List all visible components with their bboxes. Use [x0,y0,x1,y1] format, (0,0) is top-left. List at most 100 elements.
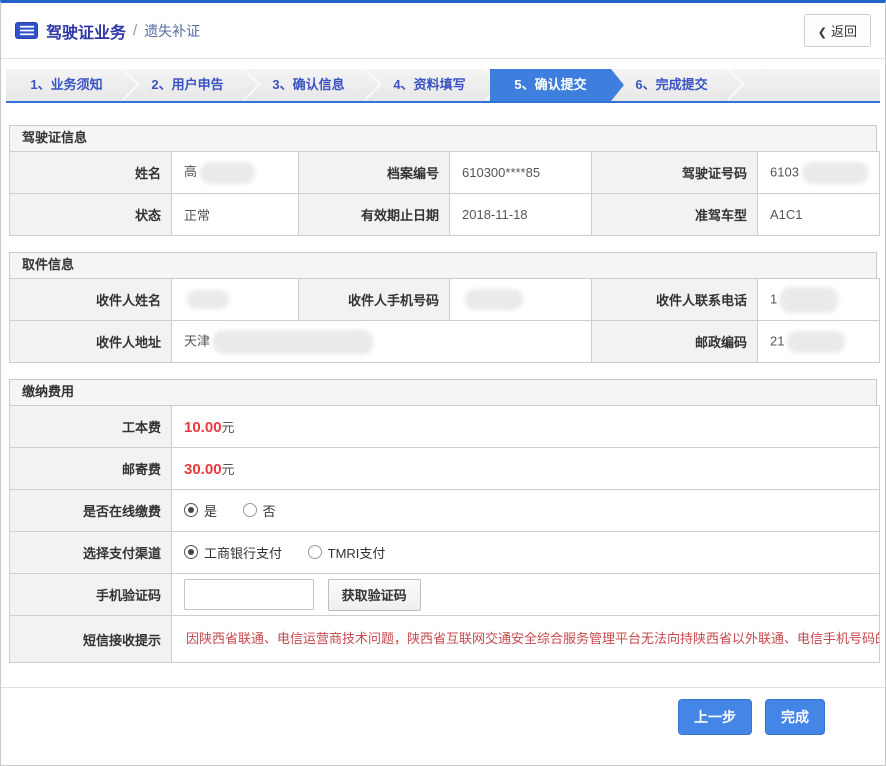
radio-channel-icbc[interactable]: 工商银行支付 [184,543,282,562]
field-value-sms-code: 获取验证码 [172,574,880,616]
radio-channel-tmri[interactable]: TMRI支付 [308,543,386,562]
field-value-vehicle-class: A1C1 [758,194,880,236]
license-info-section-title: 驾驶证信息 [9,125,877,151]
radio-selected-icon [184,503,198,517]
field-label-name: 姓名 [10,152,172,194]
fee-unit: 元 [222,420,235,435]
radio-label: 是 [204,501,217,520]
step-tab-4[interactable]: 4、资料填写 [369,69,490,101]
license-info-section: 驾驶证信息 姓名 高 档案编号 610300****85 驾驶证号码 6103 … [9,125,877,236]
license-info-table: 姓名 高 档案编号 610300****85 驾驶证号码 6103 状态 正常 … [9,151,880,236]
redacted-blob [787,331,845,353]
field-label-sms-code: 手机验证码 [10,574,172,616]
field-value-postal-code: 21 [758,321,880,363]
field-value-mail-fee: 30.00元 [172,448,880,490]
table-row: 短信接收提示 因陕西省联通、电信运营商技术问题，陕西省互联网交通安全综合服务管理… [10,616,880,663]
field-value-name: 高 [172,152,299,194]
field-value-work-fee: 10.00元 [172,406,880,448]
form-list-icon [15,22,38,39]
pickup-info-table: 收件人姓名 收件人手机号码 收件人联系电话 1 收件人地址 天津 邮政编码 21 [9,278,880,363]
table-row: 是否在线缴费 是 否 [10,490,880,532]
payment-section: 缴纳费用 工本费 10.00元 邮寄费 30.00元 是否在线缴费 是 否 选择… [9,379,877,663]
field-value-license-number: 6103 [758,152,880,194]
field-label-recipient-name: 收件人姓名 [10,279,172,321]
field-label-expiry-date: 有效期止日期 [299,194,450,236]
field-label-file-number: 档案编号 [299,152,450,194]
step-tab-5-active[interactable]: 5、确认提交 [490,69,624,101]
step-label: 6、完成提交 [635,77,707,92]
pickup-info-section-title: 取件信息 [9,252,877,278]
field-value-pay-channel: 工商银行支付 TMRI支付 [172,532,880,574]
radio-label: TMRI支付 [328,543,386,562]
step-tab-1[interactable]: 1、业务须知 [6,69,127,101]
field-label-status: 状态 [10,194,172,236]
sms-notice-text: 因陕西省联通、电信运营商技术问题，陕西省互联网交通安全综合服务管理平台无法向持陕… [172,616,880,663]
step-tab-3[interactable]: 3、确认信息 [248,69,369,101]
field-value-recipient-phone: 1 [758,279,880,321]
field-value-file-number: 610300****85 [450,152,592,194]
pickup-info-section: 取件信息 收件人姓名 收件人手机号码 收件人联系电话 1 收件人地址 天津 邮政… [9,252,877,363]
step-label: 2、用户申告 [151,77,223,92]
redacted-blob [187,290,229,309]
field-value-recipient-address: 天津 [172,321,592,363]
step-label: 1、业务须知 [30,77,102,92]
breadcrumb-current: 遗失补证 [144,21,200,41]
field-label-mail-fee: 邮寄费 [10,448,172,490]
breadcrumb-separator: / [133,22,137,39]
back-button[interactable]: ❮ 返回 [804,14,871,47]
step-label: 3、确认信息 [272,77,344,92]
sms-code-input[interactable] [184,579,314,610]
radio-label: 否 [263,501,276,520]
field-value-recipient-name [172,279,299,321]
back-button-label: 返回 [831,24,857,39]
page-title: 驾驶证业务 [46,19,126,43]
redacted-blob [465,289,523,310]
field-label-pay-online: 是否在线缴费 [10,490,172,532]
field-value-recipient-mobile [450,279,592,321]
step-progress-bar: 1、业务须知 2、用户申告 3、确认信息 4、资料填写 5、确认提交 6、完成提… [6,69,880,103]
page-container: 驾驶证业务 / 遗失补证 ❮ 返回 1、业务须知 2、用户申告 3、确认信息 4、… [0,0,886,766]
table-row: 邮寄费 30.00元 [10,448,880,490]
field-label-postal-code: 邮政编码 [592,321,758,363]
chevron-right-icon [712,68,745,101]
table-row: 状态 正常 有效期止日期 2018-11-18 准驾车型 A1C1 [10,194,880,236]
radio-pay-online-yes[interactable]: 是 [184,501,217,520]
payment-table: 工本费 10.00元 邮寄费 30.00元 是否在线缴费 是 否 选择支付渠道 … [9,405,880,663]
fee-unit: 元 [222,462,235,477]
table-row: 手机验证码 获取验证码 [10,574,880,616]
redacted-blob [200,162,255,184]
field-value-expiry-date: 2018-11-18 [450,194,592,236]
field-label-recipient-mobile: 收件人手机号码 [299,279,450,321]
page-header: 驾驶证业务 / 遗失补证 ❮ 返回 [1,3,885,59]
field-label-work-fee: 工本费 [10,406,172,448]
field-label-vehicle-class: 准驾车型 [592,194,758,236]
step-tab-2[interactable]: 2、用户申告 [127,69,248,101]
table-row: 选择支付渠道 工商银行支付 TMRI支付 [10,532,880,574]
work-fee-amount: 10.00 [184,419,222,436]
step-label: 5、确认提交 [514,77,586,92]
previous-step-button[interactable]: 上一步 [678,699,752,735]
radio-unselected-icon [243,503,257,517]
radio-unselected-icon [308,545,322,559]
field-value-status: 正常 [172,194,299,236]
footer-actions: 上一步 完成 [1,687,885,735]
table-row: 收件人姓名 收件人手机号码 收件人联系电话 1 [10,279,880,321]
field-label-license-number: 驾驶证号码 [592,152,758,194]
radio-selected-icon [184,545,198,559]
radio-pay-online-no[interactable]: 否 [243,501,276,520]
field-value-pay-online: 是 否 [172,490,880,532]
mail-fee-amount: 30.00 [184,461,222,478]
field-label-sms-notice: 短信接收提示 [10,616,172,663]
get-code-button[interactable]: 获取验证码 [328,579,421,611]
field-label-pay-channel: 选择支付渠道 [10,532,172,574]
field-label-recipient-address: 收件人地址 [10,321,172,363]
redacted-blob [780,287,838,313]
redacted-blob [213,330,373,354]
field-label-recipient-phone: 收件人联系电话 [592,279,758,321]
payment-section-title: 缴纳费用 [9,379,877,405]
table-row: 工本费 10.00元 [10,406,880,448]
finish-button[interactable]: 完成 [765,699,825,735]
table-row: 姓名 高 档案编号 610300****85 驾驶证号码 6103 [10,152,880,194]
chevron-left-icon: ❮ [818,27,827,39]
step-tab-6[interactable]: 6、完成提交 [611,69,732,101]
